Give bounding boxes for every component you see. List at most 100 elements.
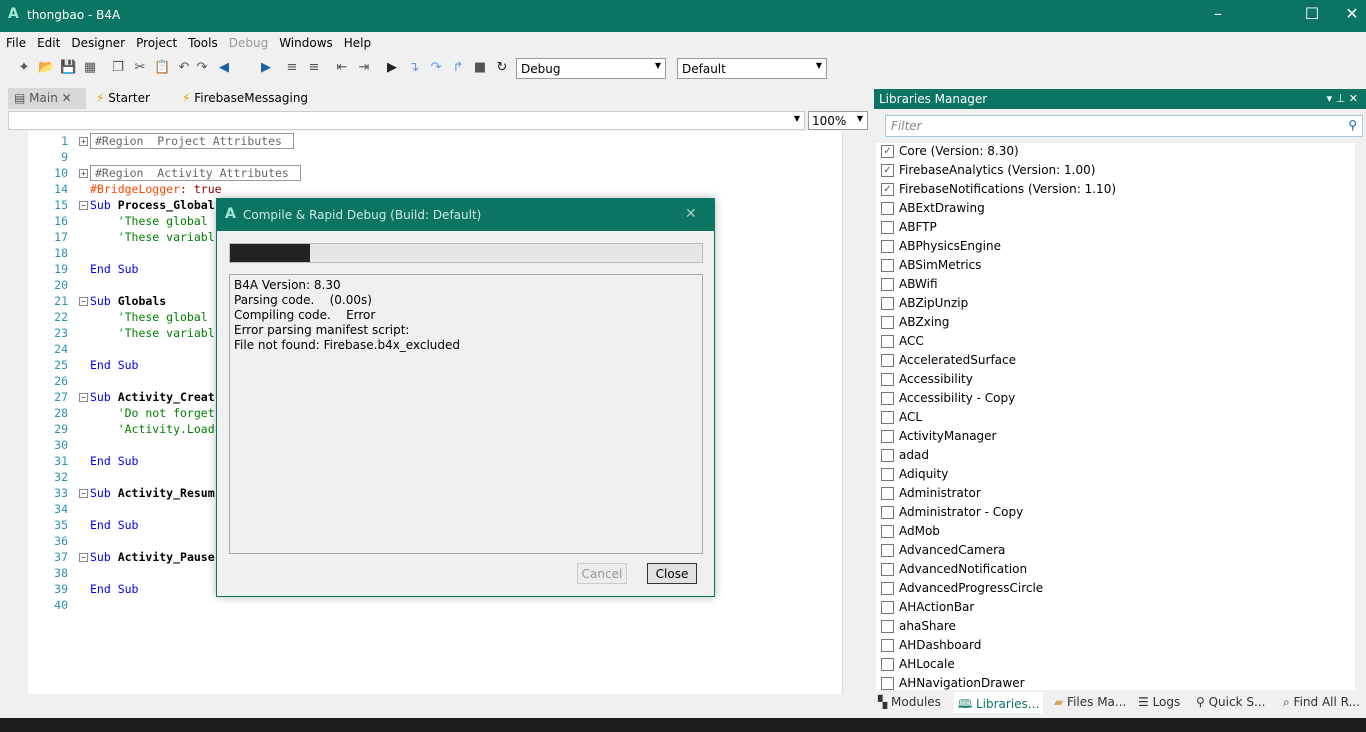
editor-horizontal-scrollbar[interactable] (8, 694, 858, 710)
library-checkbox[interactable] (881, 297, 894, 310)
library-checkbox[interactable] (881, 639, 894, 652)
library-checkbox[interactable] (881, 278, 894, 291)
save-all-icon[interactable]: ▦ (82, 60, 98, 75)
bottom-tab-findallr[interactable]: ⌕ Find All R... (1279, 692, 1364, 713)
collapse-icon[interactable]: − (79, 489, 88, 498)
library-checkbox[interactable] (881, 221, 894, 234)
library-checkbox[interactable] (881, 335, 894, 348)
library-checkbox[interactable]: ✓ (881, 164, 894, 177)
paste-icon[interactable]: 📋 (154, 60, 170, 75)
comment-icon[interactable]: ≡ (284, 60, 300, 75)
code-text: Sub Activity_Creat (90, 390, 215, 404)
line-number: 40 (54, 598, 68, 612)
code-token: 'Activity.Load (90, 422, 215, 436)
library-checkbox[interactable] (881, 601, 894, 614)
collapse-icon[interactable]: − (79, 553, 88, 562)
library-checkbox[interactable] (881, 392, 894, 405)
collapse-icon[interactable]: − (79, 393, 88, 402)
menu-edit[interactable]: Edit (31, 34, 65, 50)
minimize-button[interactable]: – (1208, 4, 1228, 23)
collapse-icon[interactable]: − (79, 201, 88, 210)
zoom-select[interactable]: 100% ▼ (808, 111, 868, 130)
bottom-tab-libraries[interactable]: 🕮 Libraries... (954, 692, 1044, 713)
library-checkbox[interactable] (881, 506, 894, 519)
library-checkbox[interactable] (881, 202, 894, 215)
window-title: thongbao - B4A (27, 8, 121, 22)
maximize-button[interactable]: ☐ (1302, 4, 1322, 23)
cancel-button[interactable]: Cancel (577, 563, 627, 584)
line-number: 37 (54, 550, 68, 564)
run-icon[interactable]: ▶ (384, 60, 400, 75)
uncomment-icon[interactable]: ≡ (306, 60, 322, 75)
step-over-icon[interactable]: ↷ (428, 60, 444, 75)
bottom-tab-modules[interactable]: ▚ Modules (874, 692, 945, 713)
cut-icon[interactable]: ✂ (132, 60, 148, 75)
close-tab-icon[interactable]: ✕ (58, 91, 72, 105)
undo-icon[interactable]: ↶ (176, 60, 192, 75)
library-checkbox[interactable]: ✓ (881, 183, 894, 196)
library-checkbox[interactable] (881, 468, 894, 481)
step-into-icon[interactable]: ↴ (406, 60, 422, 75)
library-checkbox[interactable] (881, 259, 894, 272)
library-checkbox[interactable] (881, 430, 894, 443)
library-checkbox[interactable] (881, 544, 894, 557)
back-icon[interactable]: ◀ (216, 60, 232, 75)
restart-icon[interactable]: ↻ (494, 60, 510, 75)
new-file-icon[interactable]: ✦ (16, 60, 32, 75)
library-checkbox[interactable] (881, 620, 894, 633)
code-token: #Region Project Attributes (90, 133, 294, 149)
menu-project[interactable]: Project (130, 34, 182, 50)
menu-debug[interactable]: Debug (223, 34, 273, 50)
filter-input[interactable]: Filter ⚲ (885, 115, 1363, 137)
bottom-tab-filesma[interactable]: ▰ Files Ma... (1050, 692, 1130, 713)
dialog-close-icon[interactable]: ✕ (685, 206, 697, 222)
chevron-down-icon: ▼ (815, 61, 822, 70)
close-button[interactable]: Close (647, 563, 697, 584)
editor-vertical-scrollbar[interactable] (842, 131, 858, 694)
search-icon[interactable]: ⚲ (1348, 118, 1357, 132)
save-icon[interactable]: 💾 (60, 60, 76, 75)
taskbar-strip (0, 718, 1366, 732)
menu-windows[interactable]: Windows (273, 34, 338, 50)
library-checkbox[interactable] (881, 487, 894, 500)
menu-tools[interactable]: Tools (182, 34, 223, 50)
menu-designer[interactable]: Designer (65, 34, 130, 50)
build-mode-select[interactable]: Debug ▼ (516, 58, 666, 79)
menu-help[interactable]: Help (338, 34, 376, 50)
library-checkbox[interactable] (881, 411, 894, 424)
bottom-tab-quicks[interactable]: ⚲ Quick S... (1192, 692, 1269, 713)
library-checkbox[interactable]: ✓ (881, 145, 894, 158)
outdent-icon[interactable]: ⇤ (334, 60, 350, 75)
menu-file[interactable]: File (0, 34, 31, 50)
forward-icon[interactable]: ▶ (258, 60, 274, 75)
tab-starter[interactable]: ⚡ Starter (90, 88, 156, 109)
tab-main[interactable]: ▤ Main ✕ (8, 88, 86, 109)
library-checkbox[interactable] (881, 354, 894, 367)
tab-firebasemessaging[interactable]: ⚡ FirebaseMessaging (176, 88, 314, 109)
collapse-icon[interactable]: − (79, 297, 88, 306)
copy-icon[interactable]: ❐ (110, 60, 126, 75)
expand-icon[interactable]: + (79, 137, 88, 146)
library-checkbox[interactable] (881, 240, 894, 253)
open-icon[interactable]: 📂 (38, 60, 54, 75)
library-checkbox[interactable] (881, 677, 894, 690)
pin-icon[interactable]: ▾ ⊥ ✕ (1327, 92, 1358, 105)
library-checkbox[interactable] (881, 316, 894, 329)
library-checkbox[interactable] (881, 658, 894, 671)
build-config-select[interactable]: Default ▼ (677, 58, 827, 79)
step-out-icon[interactable]: ↱ (450, 60, 466, 75)
library-checkbox[interactable] (881, 525, 894, 538)
library-checkbox[interactable] (881, 373, 894, 386)
sub-navigation-select[interactable]: ▼ (8, 111, 805, 130)
expand-icon[interactable]: + (79, 169, 88, 178)
stop-icon[interactable]: ■ (472, 60, 488, 75)
library-checkbox[interactable] (881, 582, 894, 595)
redo-icon[interactable]: ↷ (194, 60, 210, 75)
bottom-tab-logs[interactable]: ☰ Logs (1134, 692, 1184, 713)
indent-icon[interactable]: ⇥ (356, 60, 372, 75)
library-list-scrollbar[interactable] (1355, 143, 1366, 690)
close-window-button[interactable]: ✕ (1342, 4, 1362, 23)
library-checkbox[interactable] (881, 449, 894, 462)
line-number: 26 (54, 374, 68, 388)
library-checkbox[interactable] (881, 563, 894, 576)
